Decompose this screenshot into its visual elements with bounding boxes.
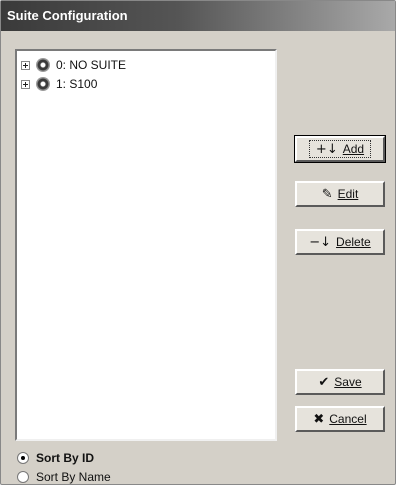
tree-item-label: 0: NO SUITE: [56, 58, 127, 72]
tree-item-no-suite[interactable]: 0: NO SUITE: [21, 56, 126, 74]
delete-icon: −↓: [309, 234, 332, 250]
tree-item-label: 1: S100: [56, 77, 98, 91]
cancel-button-label: Cancel: [329, 412, 367, 426]
suite-disc-icon: [36, 77, 50, 91]
edit-button[interactable]: ✎ Edit: [295, 181, 385, 207]
delete-button-label: Delete: [336, 235, 371, 249]
sort-by-id-label: Sort By ID: [36, 451, 95, 465]
radio-checked-icon: [17, 452, 29, 464]
tree-item-s100[interactable]: 1: S100: [21, 75, 97, 93]
radio-unchecked-icon: [17, 471, 29, 483]
checkmark-icon: ✔: [318, 374, 330, 390]
delete-button[interactable]: −↓ Delete: [295, 229, 385, 255]
add-button-label: Add: [342, 142, 365, 156]
window-title: Suite Configuration: [1, 1, 395, 31]
save-button[interactable]: ✔ Save: [295, 369, 385, 395]
cancel-button[interactable]: ✖ Cancel: [295, 406, 385, 432]
expand-icon[interactable]: [21, 60, 30, 70]
sort-by-id-radio[interactable]: Sort By ID: [17, 450, 94, 466]
sort-by-name-radio[interactable]: Sort By Name: [17, 469, 111, 485]
x-icon: ✖: [313, 411, 325, 427]
save-button-label: Save: [334, 375, 362, 389]
edit-icon: ✎: [321, 186, 333, 202]
suite-disc-icon: [36, 58, 50, 72]
suite-configuration-window: Suite Configuration 0: NO SUITE 1: S100 …: [0, 0, 396, 485]
edit-button-label: Edit: [337, 187, 359, 201]
add-button[interactable]: +↓ Add: [294, 135, 386, 163]
add-icon: +↓: [315, 141, 338, 157]
sort-by-name-label: Sort By Name: [36, 470, 111, 484]
expand-icon[interactable]: [21, 79, 30, 89]
suite-tree[interactable]: 0: NO SUITE 1: S100: [15, 49, 277, 441]
